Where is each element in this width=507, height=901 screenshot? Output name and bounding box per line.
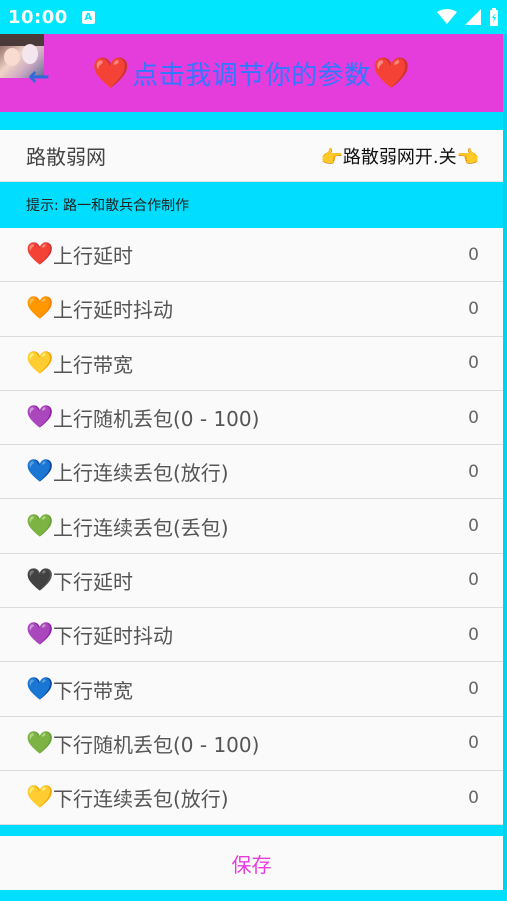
param-list: ❤️ 上行延时 0 🧡 上行延时抖动 0 💛 上行带宽 0 💜 上行随机丢包(0 - 100) 0 💙 上… (0, 228, 503, 826)
param-label: 上行延时 (53, 244, 133, 269)
heart-icon: 🖤 (26, 567, 54, 593)
status-time: 10:00 (8, 6, 68, 28)
heart-icon: 💚 (26, 513, 54, 539)
heart-icon: ❤️ (372, 55, 411, 91)
param-value[interactable]: 0 (468, 299, 479, 319)
param-label: 上行连续丢包(丢包) (53, 515, 229, 540)
param-value[interactable]: 0 (468, 733, 479, 753)
feature-header: 路散弱网 👉路散弱网开.关👈 (0, 130, 503, 182)
heart-icon: ❤️ (26, 242, 54, 268)
param-label: 上行随机丢包(0 - 100) (53, 407, 260, 432)
heart-icon: 💙 (26, 459, 54, 485)
param-row[interactable]: ❤️ 上行延时 0 (0, 228, 503, 283)
param-label: 上行延时抖动 (53, 298, 173, 323)
param-value[interactable]: 0 (468, 570, 479, 590)
heart-icon: 💛 (26, 785, 54, 811)
page-title-text: 点击我调节你的参数 (132, 60, 371, 91)
feature-toggle-button[interactable]: 👉路散弱网开.关👈 (320, 143, 479, 169)
param-value[interactable]: 0 (468, 462, 479, 482)
param-row[interactable]: 🖤 下行延时 0 (0, 554, 503, 609)
edge-divider (503, 34, 507, 890)
param-row[interactable]: 💜 下行延时抖动 0 (0, 608, 503, 663)
heart-icon: 💙 (26, 676, 54, 702)
settings-panel: 路散弱网 👉路散弱网开.关👈 提示: 路一和散兵合作制作 ❤️ 上行延时 0 🧡 上行延… (0, 130, 503, 826)
param-row[interactable]: 💛 下行连续丢包(放行) 0 (0, 771, 503, 826)
feature-name: 路散弱网 (26, 145, 106, 169)
heart-icon: 💚 (26, 730, 54, 756)
param-value[interactable]: 0 (468, 353, 479, 373)
param-row[interactable]: 💙 上行连续丢包(放行) 0 (0, 445, 503, 500)
param-row[interactable]: 💚 上行连续丢包(丢包) 0 (0, 499, 503, 554)
param-label: 上行带宽 (53, 352, 133, 377)
hint-banner: 提示: 路一和散兵合作制作 (0, 182, 503, 228)
heart-icon: 💜 (26, 405, 54, 431)
page-title[interactable]: ❤️ 点击我调节你的参数 ❤️ (92, 55, 410, 92)
heart-icon: 💜 (26, 622, 54, 648)
heart-icon: ❤️ (92, 55, 131, 91)
heart-icon: 🧡 (26, 296, 54, 322)
param-value[interactable]: 0 (468, 679, 479, 699)
param-label: 下行连续丢包(放行) (53, 787, 229, 812)
battery-icon (490, 8, 498, 26)
android-notification-icon: A (81, 10, 95, 24)
param-label: 下行延时抖动 (53, 624, 173, 649)
param-row[interactable]: 💚 下行随机丢包(0 - 100) 0 (0, 717, 503, 771)
wifi-icon (437, 9, 457, 24)
param-value[interactable]: 0 (468, 516, 479, 536)
status-bar: 10:00 A (0, 0, 507, 34)
param-label: 下行随机丢包(0 - 100) (53, 732, 260, 757)
param-row[interactable]: 🧡 上行延时抖动 0 (0, 282, 503, 337)
param-label: 下行延时 (53, 569, 133, 594)
param-value[interactable]: 0 (468, 625, 479, 645)
param-row[interactable]: 💛 上行带宽 0 (0, 337, 503, 391)
app-bar: ← ❤️ 点击我调节你的参数 ❤️ (0, 34, 503, 112)
status-icons (437, 8, 499, 26)
param-label: 下行带宽 (53, 678, 133, 703)
param-value[interactable]: 0 (468, 245, 479, 265)
param-row[interactable]: 💙 下行带宽 0 (0, 662, 503, 717)
signal-icon (465, 9, 481, 25)
heart-icon: 💛 (26, 350, 54, 376)
back-arrow-icon[interactable]: ← (28, 62, 50, 92)
param-value[interactable]: 0 (468, 788, 479, 808)
param-label: 上行连续丢包(放行) (53, 461, 229, 486)
save-button[interactable]: 保存 (0, 836, 503, 890)
param-row[interactable]: 💜 上行随机丢包(0 - 100) 0 (0, 391, 503, 446)
footer-divider (0, 826, 503, 836)
param-value[interactable]: 0 (468, 408, 479, 428)
